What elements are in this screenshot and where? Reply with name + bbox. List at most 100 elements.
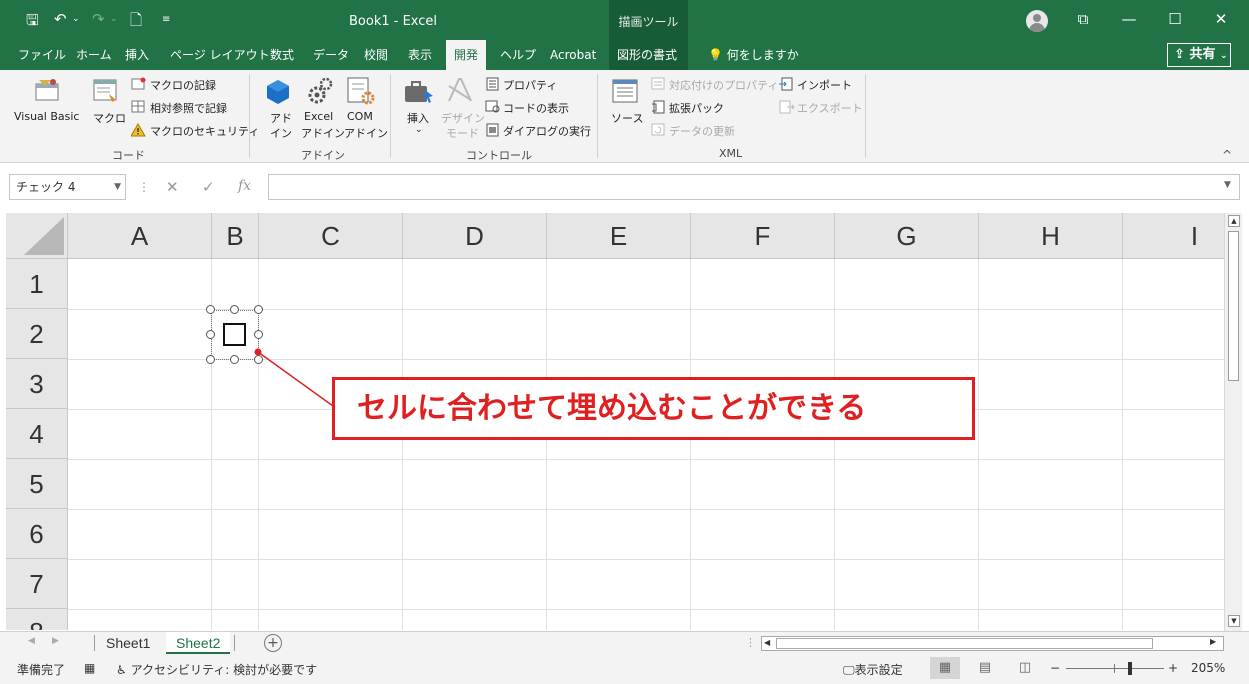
row-header[interactable]: 8 [6, 609, 68, 630]
tab-file[interactable]: ファイル [10, 40, 74, 70]
macro-recording-icon[interactable]: ▦ [84, 661, 95, 675]
import-button[interactable]: インポート [797, 77, 852, 93]
resize-handle[interactable] [254, 330, 263, 339]
confirm-entry-icon[interactable]: ✓ [202, 178, 215, 196]
close-button[interactable]: ✕ [1206, 10, 1236, 28]
row-header[interactable]: 5 [6, 459, 68, 509]
tab-home[interactable]: ホーム [68, 40, 120, 70]
column-header[interactable]: A [68, 213, 212, 259]
com-addin-icon[interactable] [346, 76, 376, 106]
macro-button[interactable]: マクロ [93, 110, 126, 126]
vertical-scroll-thumb[interactable] [1228, 231, 1239, 381]
resize-handle[interactable] [254, 305, 263, 314]
minimize-button[interactable]: — [1114, 10, 1144, 28]
save-icon[interactable]: 🖫 [26, 10, 39, 35]
addin-icon[interactable] [264, 78, 292, 106]
run-dialog-button[interactable]: ダイアログの実行 [503, 123, 591, 139]
ribbon-display-icon[interactable]: ⧉ [1068, 10, 1098, 28]
account-avatar[interactable] [1026, 10, 1048, 32]
next-sheet-icon[interactable]: ▶ [52, 636, 59, 646]
name-box[interactable]: チェック 4 ▼ [9, 174, 126, 200]
undo-dropdown-icon[interactable]: ⌄ [72, 14, 80, 24]
horizontal-scroll-thumb[interactable] [776, 638, 1153, 649]
column-header[interactable]: H [979, 213, 1123, 259]
excel-addin-button-line2[interactable]: アドイン [301, 125, 345, 141]
add-sheet-icon[interactable]: + [264, 634, 282, 652]
addin-button-line2[interactable]: イン [270, 125, 292, 141]
com-addin-button-line2[interactable]: アドイン [344, 125, 388, 141]
insert-control-icon[interactable] [403, 80, 435, 106]
select-all-corner[interactable] [6, 213, 68, 259]
column-header[interactable]: B [212, 213, 259, 259]
xml-source-icon[interactable] [611, 78, 639, 106]
tab-split-grip-icon[interactable]: ⋮ [745, 636, 756, 649]
scroll-down-icon[interactable]: ▼ [1228, 615, 1240, 627]
view-code-button[interactable]: コードの表示 [503, 100, 569, 116]
row-header[interactable]: 2 [6, 309, 68, 359]
column-header[interactable]: E [547, 213, 691, 259]
zoom-slider[interactable] [1066, 668, 1164, 669]
design-mode-button-line2[interactable]: モード [446, 125, 479, 141]
design-mode-icon[interactable] [446, 76, 474, 104]
zoom-slider-thumb[interactable] [1128, 662, 1132, 675]
tab-developer[interactable]: 開発 [446, 40, 487, 70]
page-layout-view-icon[interactable]: ▤ [970, 657, 1000, 679]
insert-control-dropdown-icon[interactable]: ⌄ [415, 125, 423, 135]
column-header[interactable]: D [403, 213, 547, 259]
page-break-preview-icon[interactable]: ◫ [1010, 657, 1040, 679]
tab-page-layout[interactable]: ページ レイアウト [162, 40, 278, 70]
column-header[interactable]: C [259, 213, 403, 259]
display-settings-button[interactable]: 🖵表示設定 [843, 661, 903, 678]
xml-source-button[interactable]: ソース [611, 110, 643, 126]
excel-addin-icon[interactable] [306, 76, 334, 106]
horizontal-scrollbar[interactable]: ◀ [761, 636, 1224, 651]
refresh-data-button[interactable]: データの更新 [669, 123, 735, 139]
tell-me-search[interactable]: 💡 何をしますか [700, 40, 807, 70]
tab-insert[interactable]: 挿入 [117, 40, 157, 70]
checkbox-control[interactable] [223, 323, 246, 346]
design-mode-button-line1[interactable]: デザイン [441, 110, 485, 126]
tab-acrobat[interactable]: Acrobat [542, 40, 604, 70]
column-header[interactable]: G [835, 213, 979, 259]
relative-reference-button[interactable]: 相対参照で記録 [150, 100, 227, 116]
undo-icon[interactable]: ↶ [54, 10, 67, 28]
tab-data[interactable]: データ [305, 40, 357, 70]
column-header[interactable]: F [691, 213, 835, 259]
row-header[interactable]: 3 [6, 359, 68, 409]
resize-handle[interactable] [206, 305, 215, 314]
map-properties-button[interactable]: 対応付けのプロパティ [669, 77, 778, 93]
accessibility-status[interactable]: ♿ アクセシビリティ: 検討が必要です [116, 661, 317, 678]
name-box-dropdown-icon[interactable]: ▼ [114, 175, 121, 199]
resize-handle[interactable] [206, 330, 215, 339]
addin-button-line1[interactable]: アド [270, 110, 292, 126]
column-header[interactable]: I [1123, 213, 1224, 259]
share-button[interactable]: ⇪ 共有 ⌄ [1167, 43, 1231, 67]
row-header[interactable]: 1 [6, 259, 68, 309]
normal-view-icon[interactable]: ▦ [930, 657, 960, 679]
collapse-ribbon-icon[interactable]: ^ [1222, 148, 1232, 162]
redo-icon[interactable]: ↷ [92, 10, 105, 28]
properties-button[interactable]: プロパティ [503, 77, 557, 93]
tab-shape-format[interactable]: 図形の書式 [609, 40, 688, 70]
sheet-tab-active[interactable]: Sheet2 [166, 632, 231, 654]
tab-view[interactable]: 表示 [400, 40, 440, 70]
tab-review[interactable]: 校閲 [356, 40, 396, 70]
formula-bar-grip-icon[interactable]: ⋮ [138, 180, 150, 194]
tab-formulas[interactable]: 数式 [262, 40, 302, 70]
row-header[interactable]: 6 [6, 509, 68, 559]
expand-formula-bar-icon[interactable]: ▼ [1224, 180, 1231, 190]
quick-print-icon[interactable]: 🗋 [130, 10, 142, 35]
cancel-entry-icon[interactable]: ✕ [166, 178, 179, 196]
expansion-packs-button[interactable]: 拡張パック [669, 100, 724, 116]
macro-icon[interactable] [92, 78, 120, 106]
resize-handle[interactable] [254, 355, 263, 364]
tab-help[interactable]: ヘルプ [492, 40, 544, 70]
redo-dropdown-icon[interactable]: ⌄ [110, 14, 118, 24]
zoom-in-icon[interactable]: + [1168, 661, 1178, 675]
macro-security-button[interactable]: マクロのセキュリティ [150, 123, 259, 139]
customize-qat-icon[interactable]: ≡ [162, 14, 170, 25]
scroll-up-icon[interactable]: ▲ [1228, 215, 1240, 227]
record-macro-button[interactable]: マクロの記録 [150, 77, 216, 93]
com-addin-button-line1[interactable]: COM [347, 110, 373, 123]
resize-handle[interactable] [206, 355, 215, 364]
